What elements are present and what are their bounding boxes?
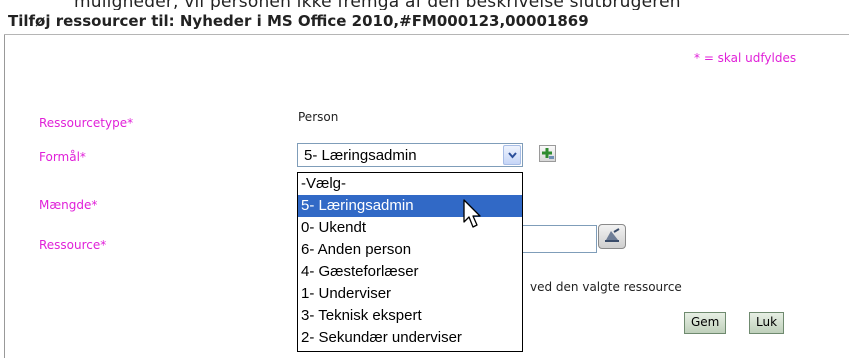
save-button[interactable]: Gem	[684, 312, 727, 334]
dropdown-option-teknisk-ekspert[interactable]: 3- Teknisk ekspert	[298, 305, 522, 327]
dropdown-option-sekundaer-underviser[interactable]: 2- Sekundær underviser	[298, 327, 522, 349]
ressourcetype-label: Ressourcetype*	[39, 116, 134, 130]
dropdown-option-vaelg[interactable]: -Vælg-	[298, 173, 522, 195]
dropdown-option-anden-person[interactable]: 6- Anden person	[298, 239, 522, 261]
chevron-down-icon[interactable]	[503, 145, 521, 165]
mouse-pointer-icon	[463, 199, 481, 228]
add-plus-icon[interactable]	[539, 145, 556, 162]
formaal-dropdown-list: -Vælg- 5- Læringsadmin 0- Ukendt 6- Ande…	[297, 172, 523, 352]
close-button[interactable]: Luk	[749, 312, 785, 334]
formaal-label: Formål*	[39, 150, 86, 164]
ressourcetype-value: Person	[298, 110, 339, 124]
maengde-label: Mængde*	[39, 198, 98, 212]
formaal-selected-value: 5- Læringsadmin	[304, 147, 417, 164]
dropdown-option-laeringsadmin[interactable]: 5- Læringsadmin	[298, 195, 522, 217]
ressource-label: Ressource*	[39, 238, 107, 252]
dialog-title: Tilføj ressourcer til: Nyheder i MS Offi…	[8, 12, 589, 30]
dropdown-option-underviser[interactable]: 1- Underviser	[298, 283, 522, 305]
dialog-title-bar: Tilføj ressourcer til: Nyheder i MS Offi…	[4, 10, 849, 35]
required-fields-note: * = skal udfyldes	[694, 51, 797, 65]
formaal-select[interactable]: 5- Læringsadmin	[297, 143, 523, 167]
ressource-hint-text: ved den valgte ressource	[530, 280, 682, 294]
dropdown-option-gaesteforlaeser[interactable]: 4- Gæsteforlæser	[298, 261, 522, 283]
dropdown-option-ukendt[interactable]: 0- Ukendt	[298, 217, 522, 239]
ressource-input[interactable]	[522, 225, 597, 253]
resource-picker-icon[interactable]	[598, 224, 626, 249]
